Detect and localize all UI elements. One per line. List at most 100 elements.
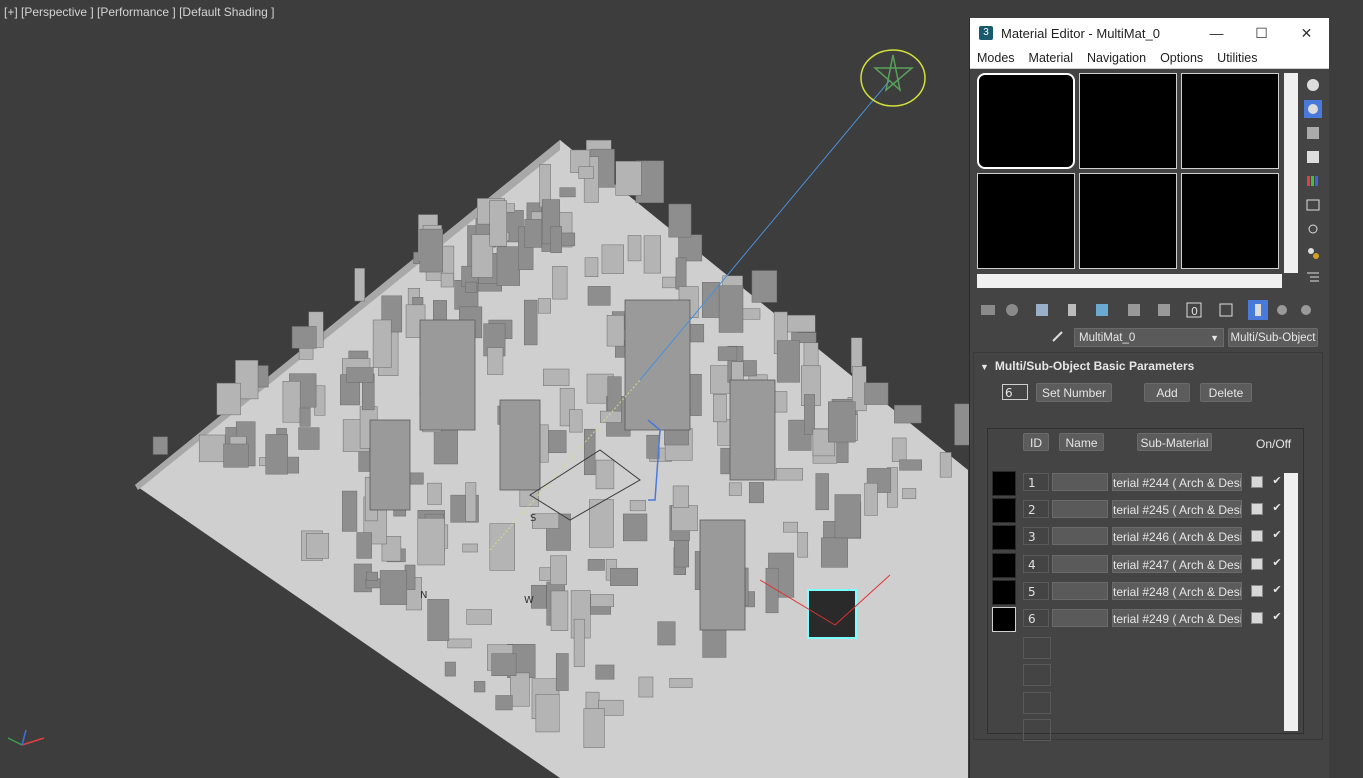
backlight-icon[interactable]	[1304, 100, 1322, 118]
onoff-checkbox[interactable]: ✔	[1270, 528, 1284, 542]
submaterial-button[interactable]: terial #249 ( Arch & Design )	[1112, 609, 1242, 627]
material-name-field[interactable]: MultiMat_0 ▼	[1074, 328, 1224, 347]
material-id-channel-icon[interactable]: 0	[1184, 300, 1204, 320]
id-field[interactable]: 3	[1023, 527, 1049, 545]
sample-slot-5[interactable]	[1079, 173, 1177, 269]
color-checkbox[interactable]	[1251, 530, 1263, 542]
submaterial-button[interactable]: terial #244 ( Arch & Design )	[1112, 473, 1242, 491]
rollout-title: Multi/Sub-Object Basic Parameters	[994, 359, 1195, 373]
material-type-button[interactable]: Multi/Sub-Object	[1228, 328, 1318, 347]
name-field[interactable]	[1052, 609, 1108, 627]
menu-material[interactable]: Material	[1022, 51, 1080, 65]
viewport-label[interactable]: [+] [Perspective ] [Performance ] [Defau…	[4, 5, 274, 19]
show-end-result-icon[interactable]	[1248, 300, 1268, 320]
delete-button[interactable]: Delete	[1200, 383, 1252, 402]
onoff-checkbox[interactable]: ✔	[1270, 610, 1284, 624]
name-field[interactable]	[1052, 473, 1108, 491]
name-field[interactable]	[1052, 582, 1108, 600]
slots-vertical-scrollbar[interactable]	[1284, 73, 1298, 273]
make-preview-icon[interactable]	[1304, 196, 1322, 214]
table-row[interactable]: 4 terial #247 ( Arch & Design ) ✔	[988, 553, 1288, 578]
sample-slot-3[interactable]	[1181, 73, 1279, 169]
name-field[interactable]	[1052, 527, 1108, 545]
color-swatch[interactable]	[992, 607, 1016, 632]
building	[797, 532, 809, 558]
id-field[interactable]: 5	[1023, 582, 1049, 600]
sample-slot-6[interactable]	[1181, 173, 1279, 269]
color-checkbox[interactable]	[1251, 558, 1263, 570]
put-to-scene-icon[interactable]	[1002, 300, 1022, 320]
color-swatch[interactable]	[992, 471, 1016, 496]
get-material-icon[interactable]	[978, 300, 998, 320]
building	[741, 360, 757, 377]
submaterial-header[interactable]: Sub-Material	[1137, 433, 1212, 451]
name-header[interactable]: Name	[1059, 433, 1104, 451]
sample-type-icon[interactable]	[1304, 76, 1322, 94]
material-editor-window[interactable]: 3 Material Editor - MultiMat_0 — ☐ ✕ Mod…	[969, 18, 1329, 778]
color-swatch[interactable]	[992, 553, 1016, 578]
set-number-button[interactable]: Set Number	[1036, 383, 1112, 402]
submaterial-button[interactable]: terial #245 ( Arch & Design )	[1112, 500, 1242, 518]
onoff-checkbox[interactable]: ✔	[1270, 583, 1284, 597]
rollout-header[interactable]: ▼ Multi/Sub-Object Basic Parameters	[980, 359, 1194, 373]
table-row[interactable]: 2 terial #245 ( Arch & Design ) ✔	[988, 498, 1288, 523]
menu-navigation[interactable]: Navigation	[1080, 51, 1153, 65]
go-to-parent-icon[interactable]	[1272, 300, 1292, 320]
id-field[interactable]: 2	[1023, 500, 1049, 518]
color-checkbox[interactable]	[1251, 503, 1263, 515]
menu-utilities[interactable]: Utilities	[1210, 51, 1264, 65]
color-checkbox[interactable]	[1251, 476, 1263, 488]
background-icon[interactable]	[1304, 124, 1322, 142]
table-row[interactable]: 5 terial #248 ( Arch & Design ) ✔	[988, 580, 1288, 605]
building	[366, 571, 378, 581]
put-to-library-icon[interactable]	[1124, 300, 1144, 320]
count-input[interactable]: 6	[1002, 384, 1028, 400]
onoff-checkbox[interactable]: ✔	[1270, 474, 1284, 488]
go-forward-sibling-icon[interactable]	[1296, 300, 1316, 320]
eyedropper-icon[interactable]	[1050, 328, 1066, 348]
sample-slot-4[interactable]	[977, 173, 1075, 269]
sample-slot-2[interactable]	[1079, 73, 1177, 169]
submaterial-button[interactable]: terial #247 ( Arch & Design )	[1112, 555, 1242, 573]
minimize-icon[interactable]: —	[1194, 25, 1239, 41]
id-header[interactable]: ID	[1023, 433, 1049, 451]
building	[152, 436, 168, 455]
assign-material-icon[interactable]	[1032, 300, 1052, 320]
id-field[interactable]: 1	[1023, 473, 1049, 491]
table-row[interactable]: 1 terial #244 ( Arch & Design ) ✔	[988, 471, 1288, 496]
options-icon[interactable]	[1304, 220, 1322, 238]
color-checkbox[interactable]	[1251, 585, 1263, 597]
id-field[interactable]: 6	[1023, 609, 1049, 627]
color-check-icon[interactable]	[1304, 172, 1322, 190]
color-swatch[interactable]	[992, 525, 1016, 550]
menu-options[interactable]: Options	[1153, 51, 1210, 65]
name-field[interactable]	[1052, 500, 1108, 518]
title-bar[interactable]: 3 Material Editor - MultiMat_0 — ☐ ✕	[970, 18, 1329, 48]
slots-horizontal-scrollbar[interactable]	[977, 274, 1282, 288]
table-row[interactable]: 6 terial #249 ( Arch & Design ) ✔	[988, 607, 1288, 632]
add-button[interactable]: Add	[1144, 383, 1190, 402]
close-icon[interactable]: ✕	[1284, 25, 1329, 42]
id-field[interactable]: 4	[1023, 555, 1049, 573]
material-navigator-icon[interactable]	[1304, 268, 1322, 286]
table-scrollbar[interactable]	[1284, 473, 1298, 731]
onoff-checkbox[interactable]: ✔	[1270, 556, 1284, 570]
menu-bar: Modes Material Navigation Options Utilit…	[970, 48, 1329, 69]
menu-modes[interactable]: Modes	[970, 51, 1022, 65]
submaterial-button[interactable]: terial #246 ( Arch & Design )	[1112, 527, 1242, 545]
table-row[interactable]: 3 terial #246 ( Arch & Design ) ✔	[988, 525, 1288, 550]
save-icon[interactable]	[1154, 300, 1174, 320]
sample-slot-1[interactable]	[977, 73, 1075, 169]
tiling-icon[interactable]	[1304, 148, 1322, 166]
onoff-checkbox[interactable]: ✔	[1270, 501, 1284, 515]
show-in-viewport-icon[interactable]	[1216, 300, 1236, 320]
select-by-material-icon[interactable]	[1304, 244, 1322, 262]
maximize-icon[interactable]: ☐	[1239, 25, 1284, 42]
color-swatch[interactable]	[992, 498, 1016, 523]
color-checkbox[interactable]	[1251, 612, 1263, 624]
reset-map-icon[interactable]	[1062, 300, 1082, 320]
color-swatch[interactable]	[992, 580, 1016, 605]
name-field[interactable]	[1052, 555, 1108, 573]
submaterial-button[interactable]: terial #248 ( Arch & Design )	[1112, 582, 1242, 600]
make-unique-icon[interactable]	[1092, 300, 1112, 320]
